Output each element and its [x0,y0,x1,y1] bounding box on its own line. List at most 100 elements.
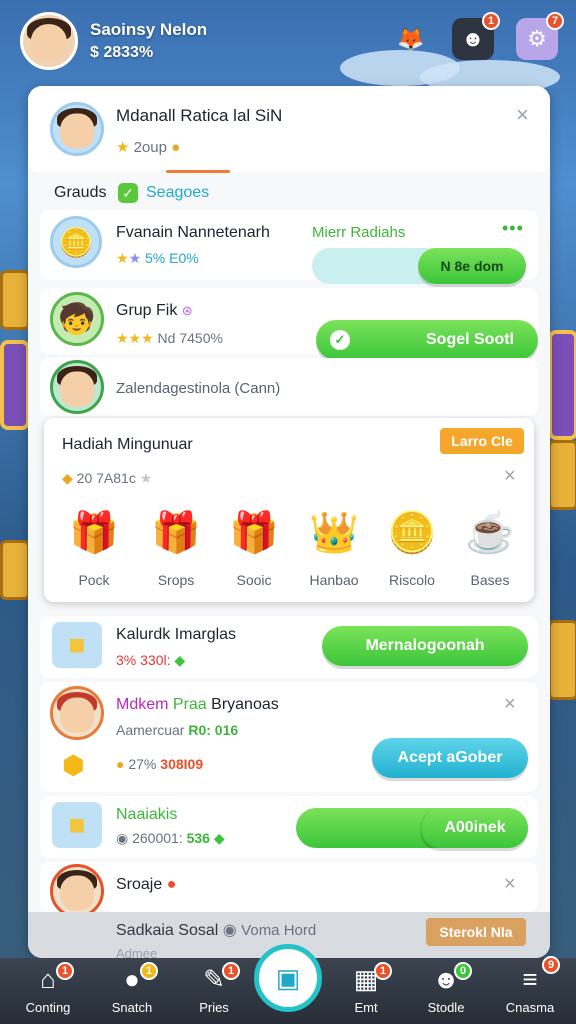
notification-badge: 1 [482,12,500,30]
list-item: ■ Naaiakis ◉ 260001: 536 ◆ A00inek [40,796,538,858]
nav-item-emt[interactable]: ▦ 1 Emt [326,962,406,1020]
item-sub: Aamercuar R0: 016 [116,722,238,738]
close-icon[interactable]: × [504,874,516,894]
star-icon: ★ [128,250,142,266]
action-button[interactable]: Mernalogoonah [322,626,528,666]
nav-label: Conting [25,1000,71,1015]
people-icon: ☻ 0 [406,962,486,994]
item-thumb[interactable]: ■ [52,622,102,668]
background-block [0,270,30,330]
gift-count: ◆ 20 7A81c ★ [62,470,152,487]
item-avatar[interactable] [50,686,104,740]
avatar-face [30,24,68,62]
gift-badge[interactable]: Larro Cle [440,428,524,454]
item-name-text: Grup Fik [116,302,178,319]
item-name-part: Bryanoas [211,696,279,713]
settings-button[interactable]: ⚙ 7 [516,12,564,60]
avatar-face [60,113,94,149]
background-panel [0,340,30,430]
close-icon[interactable]: × [504,694,516,714]
gift-box-icon[interactable]: 🎁 [66,504,122,560]
item-name-part: Praa [172,696,207,713]
nav-label: Snatch [111,1000,153,1015]
character-button[interactable]: 🦊 [390,18,432,60]
action-button[interactable]: ✓ Sogel Sootl [316,320,538,360]
item-stats: ● 27% 308I09 [116,756,203,772]
action-button[interactable]: Sterokl Nla [426,918,526,946]
item-stats: ★★★ Nd 7450% [116,330,223,347]
avatar-face [60,371,94,407]
gem-icon: ◆ [213,830,225,846]
star-icon: ★ [139,470,153,486]
item-name: Zalendagestinola (Cann) [116,380,281,397]
item-avatar[interactable] [50,360,104,414]
nav-item-pries[interactable]: ✎ 1 Pries [174,962,254,1020]
main-panel: Mdanall Ratica lal SiN ★ 2oup ● × Grauds… [28,86,550,958]
avatar-face [60,875,94,911]
item-stats-text: 27% [128,756,157,772]
nav-item-snatch[interactable]: ● 1 Snatch [92,962,172,1020]
tool-icon: ✎ 1 [174,962,254,994]
tab-seagoes[interactable]: Seagoes [146,184,209,202]
item-stats: ◉ 260001: 536 ◆ [116,830,225,847]
progress-button[interactable]: A00inek [420,808,528,848]
ghost-icon: ☻ [461,26,485,51]
treasure-icon[interactable]: 👑 [306,504,362,560]
gift-label: Bases [470,572,510,588]
item-name: Sroaje ● [116,876,176,894]
list-item: ■ Kalurdk Imarglas 3% 330l: ◆ Mernalogoo… [40,616,538,678]
gift-count-text: 20 7A81c [76,470,136,486]
profile-button[interactable]: ☻ 1 [452,12,500,60]
check-icon: ✓ [330,330,350,350]
more-icon[interactable]: ••• [502,218,524,239]
item-name-text: Sadkaia Sosal [116,922,219,939]
nav-item-conting[interactable]: ⌂ 1 Conting [8,962,88,1020]
character-icon: 🧒 [58,302,96,336]
item-sub-text: Voma Hord [241,922,317,939]
center-play-button[interactable]: ▣ [254,944,322,1012]
badge-icon: ● [166,876,177,893]
cup-icon[interactable]: ☕ [462,504,518,560]
accept-button[interactable]: Acept aGober [372,738,528,778]
game-controller-icon: ▣ [275,962,301,993]
progress-button[interactable]: N 8e dom [418,248,526,284]
chat-icon: ● 1 [92,962,172,994]
list-item: 🪙 Fvanain Nannetenarh ★★ 5% E0% Mierr Ra… [40,210,538,284]
gift-box-icon[interactable]: 🎁 [226,504,282,560]
item-stats-text: 3% 330l: [116,652,171,668]
close-icon[interactable]: × [504,466,516,486]
gem-icon: ◆ [174,652,186,668]
list-item: Mdkem Praa Bryanoas Aamercuar R0: 016 × … [40,682,538,792]
profile-avatar[interactable] [50,102,104,156]
item-avatar[interactable]: 🧒 [50,292,104,346]
nav-badge: 1 [140,962,158,980]
gift-label: Sooic [236,572,272,588]
character-icon: 🦊 [397,26,425,51]
item-name: Naaiakis [116,806,178,823]
info-icon: ◉ [222,922,237,939]
treasure-icon: 🪙 [58,226,94,258]
item-avatar[interactable] [50,864,104,918]
gift-box-icon[interactable]: 🎁 [148,504,204,560]
nav-item-cnasma[interactable]: ≡ 9 Cnasma [490,956,570,1020]
gold-pile-icon[interactable]: 🪙 [384,504,440,560]
nav-badge: 1 [374,962,392,980]
user-name: Saoinsy Nelon [90,20,208,39]
item-avatar[interactable]: 🪙 [50,216,102,268]
tag-icon: ⊛ [181,303,193,318]
item-thumb[interactable]: ■ [52,802,102,848]
gift-label: Srops [157,572,195,588]
profile-card: Mdanall Ratica lal SiN ★ 2oup ● × [28,86,550,173]
user-avatar[interactable] [20,12,78,70]
background-block [0,540,30,600]
close-icon[interactable]: × [516,104,529,126]
item-name-part: Mdkem [116,696,169,713]
item-name: Kalurdk Imarglas [116,626,237,643]
item-name: Mdkem Praa Bryanoas [116,696,279,714]
profile-sub: ★ 2oup ● [116,138,180,156]
nav-item-stodle[interactable]: ☻ 0 Stodle [406,962,486,1020]
background-block [548,440,576,510]
tab-grauds[interactable]: Grauds [54,184,106,202]
progress-track: A00inek [296,808,528,848]
item-name-text: Sroaje [116,876,163,893]
